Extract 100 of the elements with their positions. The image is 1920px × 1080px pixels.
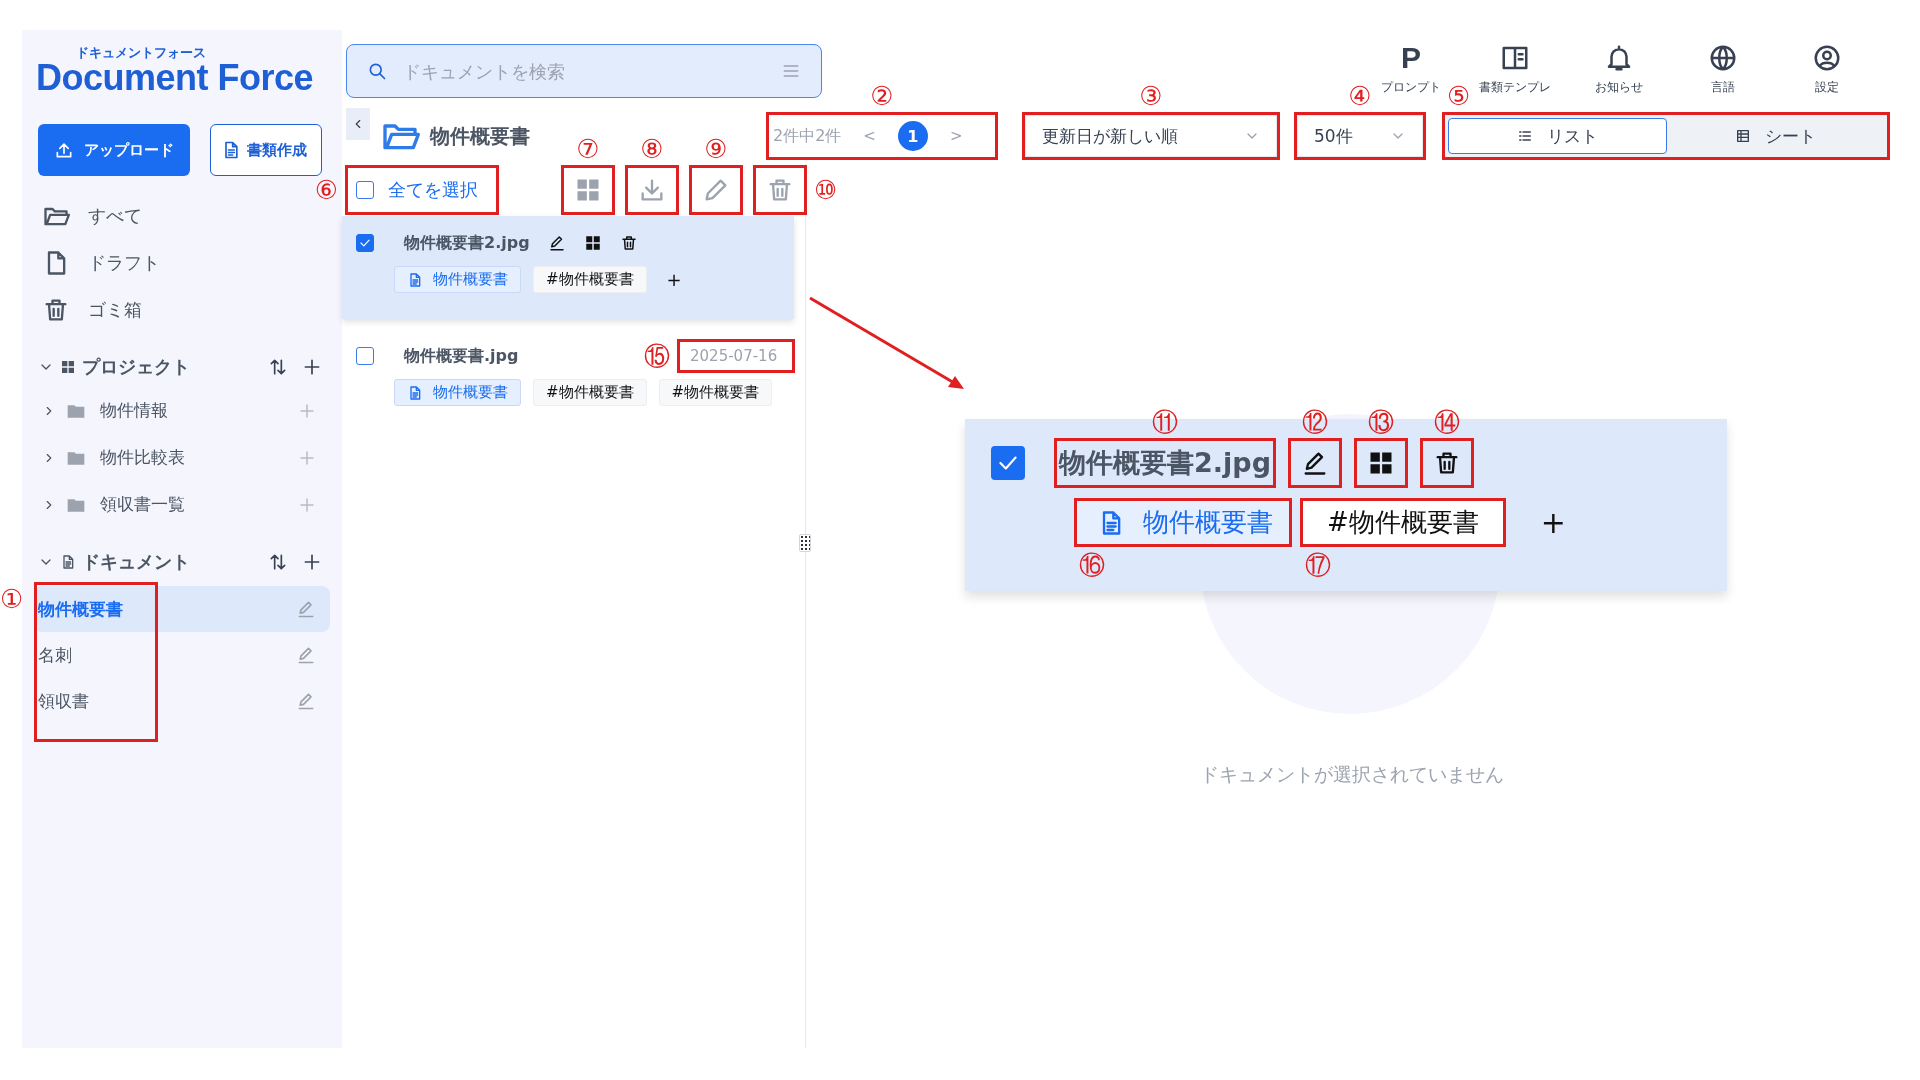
document-icon [60, 554, 76, 570]
document-type-item[interactable]: 名刺 [34, 632, 330, 678]
result-count: 2件中2件 [773, 125, 842, 147]
trash-button[interactable] [1422, 441, 1471, 485]
project-folder[interactable]: 領収書一覧 [100, 493, 288, 516]
table-icon [1735, 128, 1751, 144]
document-card[interactable]: 物件概要書.jpg ⑮ 2025-07-16 物件概要書 #物件概要書 #物件概要書 [342, 329, 794, 424]
callout-number: ⑨ [704, 136, 728, 162]
top-nav-label: 設定 [1815, 78, 1839, 96]
create-document-button[interactable]: 書類作成 [210, 124, 322, 176]
plus-icon [298, 401, 316, 420]
checkbox[interactable] [991, 446, 1025, 480]
hashtag[interactable]: #物件概要書 [1303, 501, 1503, 544]
callout-number: ⑧ [640, 136, 664, 162]
callout-number: ③ [1139, 83, 1163, 109]
document-type-item[interactable]: 物件概要書 [34, 586, 330, 632]
top-nav-label: 書類テンプレ [1479, 78, 1551, 96]
callout-number: ⑤ [1447, 83, 1471, 109]
file-name: 物件概要書.jpg [404, 345, 519, 367]
document-type-item[interactable]: 領収書 [34, 678, 330, 724]
trash-icon [619, 234, 638, 252]
prompt-logo: P [1401, 42, 1421, 73]
page-number[interactable]: 1 [897, 121, 928, 151]
top-nav-label: お知らせ [1595, 78, 1643, 96]
project-folder[interactable]: 物件比較表 [100, 446, 288, 469]
select-all-checkbox[interactable]: 全てを選択 [348, 168, 496, 212]
logo-caption: ドキュメントフォース [76, 46, 207, 59]
document-card[interactable]: 物件概要書2.jpg 物件概要書 #物件概要書 + [342, 216, 794, 319]
search-field[interactable]: ドキュメントを検索 [401, 59, 767, 83]
callout-number: ⑭ [1433, 409, 1460, 435]
top-nav-item[interactable]: 言語 [1687, 42, 1759, 96]
page-size-dropdown[interactable]: 50件 [1297, 115, 1423, 157]
checkbox[interactable] [356, 347, 374, 365]
document-type-name: 名刺 [38, 643, 73, 667]
sort-icon [268, 552, 288, 572]
search-bar[interactable]: ドキュメントを検索 [346, 44, 822, 98]
hashtag[interactable]: #物件概要書 [658, 379, 773, 406]
pencil-icon [296, 691, 316, 711]
add-tag[interactable]: + [666, 269, 682, 290]
project-folder[interactable]: 物件情報 [100, 399, 288, 422]
plus-icon [298, 448, 316, 467]
date: 2025-07-16 [680, 342, 792, 370]
view-tab[interactable]: リスト [1448, 118, 1667, 154]
plus-icon [302, 552, 322, 572]
plus-icon [302, 357, 322, 377]
document-type-tag[interactable]: 物件概要書 [1077, 501, 1289, 544]
bulk-download-button[interactable] [628, 168, 676, 212]
callout-number: ② [870, 83, 894, 109]
document-type-tag[interactable]: 物件概要書 [394, 379, 521, 406]
section-title: ドキュメント [82, 550, 191, 574]
plus-icon [298, 495, 316, 514]
document-icon [407, 271, 423, 288]
callout-number: ⑪ [1151, 409, 1178, 435]
upload-icon [54, 140, 74, 160]
sort-icon [268, 357, 288, 377]
upload-button[interactable]: アップロード [38, 124, 190, 176]
search-icon [367, 61, 387, 81]
callout-number: ⑫ [1301, 409, 1328, 435]
nav-item[interactable]: ドラフト [34, 239, 330, 286]
bulk-edit-button[interactable] [692, 168, 740, 212]
logo-wordmark: Document Force [36, 59, 315, 97]
callout-number: ④ [1348, 83, 1372, 109]
top-nav-item[interactable]: お知らせ [1583, 42, 1655, 96]
pencil-icon [296, 599, 316, 619]
empty-state-message: ドキュメントが選択されていません [1198, 762, 1505, 787]
top-nav-item[interactable]: 書類テンプレ [1479, 42, 1551, 96]
callout-number: ⑰ [1305, 552, 1331, 578]
top-nav-label: 言語 [1711, 78, 1735, 96]
callout-number: ⑯ [1079, 552, 1105, 578]
file-name: 物件概要書2.jpg [1057, 441, 1273, 485]
checkbox[interactable] [356, 234, 374, 252]
nav-item[interactable]: ゴミ箱 [34, 286, 330, 333]
add-tag[interactable]: + [1540, 505, 1566, 540]
hashtag[interactable]: #物件概要書 [533, 266, 647, 293]
callout-number: ⑬ [1367, 409, 1394, 435]
bulk-trash-button[interactable] [756, 168, 804, 212]
document-type-tag[interactable]: 物件概要書 [394, 266, 521, 293]
pencil-icon [296, 645, 316, 665]
bulk-grid-button[interactable] [564, 168, 612, 212]
folder-title: 物件概要書 [430, 122, 530, 150]
callout-number: ⑮ [644, 343, 670, 369]
callout-number: ⑦ [576, 136, 600, 162]
top-nav-item[interactable]: 設定 [1791, 42, 1863, 96]
list-icon [1517, 128, 1533, 144]
callout-number: ⑥ [314, 177, 338, 203]
section-title: プロジェクト [82, 355, 191, 379]
resize-handle[interactable] [799, 534, 811, 552]
top-nav-label: プロンプト [1381, 78, 1441, 96]
top-nav-item[interactable]: P プロンプト [1375, 42, 1447, 96]
file-name: 物件概要書2.jpg [404, 232, 530, 254]
edit-button[interactable] [1290, 441, 1339, 485]
grid-icon [583, 234, 602, 252]
hashtag[interactable]: #物件概要書 [533, 379, 647, 406]
callout-number: ① [0, 586, 24, 612]
sort-dropdown[interactable]: 更新日が新しい順 [1025, 115, 1277, 157]
view-tab[interactable]: シート [1667, 118, 1884, 154]
grid-icon [60, 359, 76, 375]
document-type-name: 物件概要書 [38, 597, 124, 621]
grid-button[interactable] [1356, 441, 1405, 485]
document-icon [407, 384, 423, 401]
